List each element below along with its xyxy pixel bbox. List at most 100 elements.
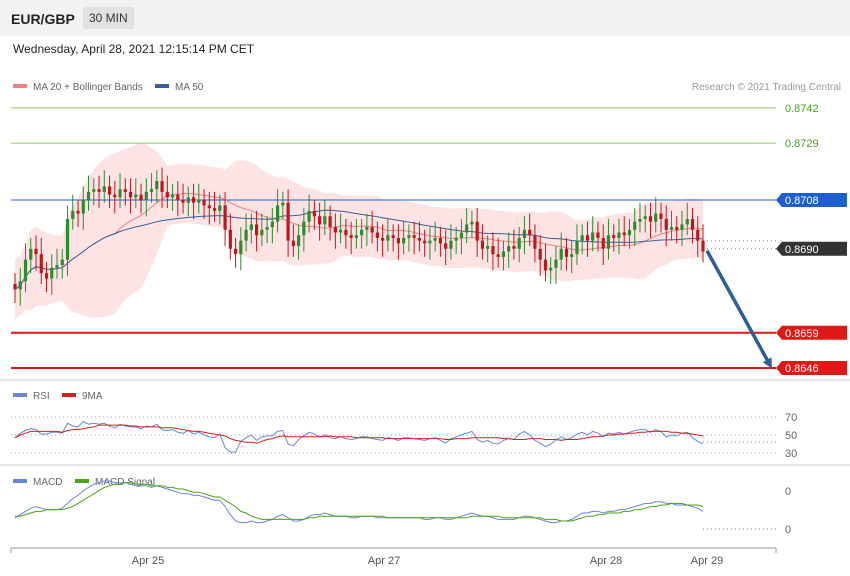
candle-body [370,227,374,233]
candle-body [197,200,201,203]
candle-body [81,200,85,214]
candle-body [543,259,548,271]
rsi-tick-label: 30 [785,448,797,460]
ma50-legend-label: MA 50 [175,82,204,93]
x-tick-label: Apr 25 [132,555,164,567]
candle-body [281,202,285,206]
candle-body [617,232,621,238]
candle-body [454,237,458,241]
candle-body [585,235,590,241]
candle-body [44,273,49,279]
candle-body [239,240,243,255]
candle-body [265,227,269,230]
candle-body [606,235,611,249]
current-price-label: 0.8690 [785,244,819,256]
candle-body [507,246,511,252]
candle-body [433,237,437,241]
forecast-arrow [705,249,772,369]
candle-body [701,240,705,252]
candle-body [675,227,679,230]
ma20-legend-swatch [13,84,27,88]
macd-legend-swatch [13,479,27,483]
candle-body [365,227,369,230]
candle-body [134,194,138,198]
candle-body [386,235,390,241]
candle-body [633,221,637,230]
candle-body [118,189,122,198]
macd-panel: 00 [14,480,791,536]
candle-body [160,181,164,192]
candle-body [354,235,358,238]
candle-body [291,240,295,247]
candle-body [559,248,563,260]
rsi-ma-legend-swatch [62,393,76,397]
candle-body [218,205,222,211]
candle-body [286,202,290,241]
candle-body [65,218,70,260]
candle-body [648,216,653,222]
support-label: 0.8659 [785,328,819,340]
candle-body [107,186,112,195]
price-panel: 0.8742 0.8729 0.8708 0.8690 0.8659 0.8646 [11,103,847,375]
candle-body [39,254,43,274]
candle-body [18,281,22,290]
candle-body [249,224,253,230]
candle-body [254,224,259,236]
candle-body [512,246,516,249]
ma50-legend-swatch [155,84,169,88]
candle-body [622,232,626,236]
macd-signal-legend-swatch [75,479,89,483]
candle-body [643,216,647,219]
candle-body [591,232,595,241]
candle-body [323,216,327,225]
candle-body [50,267,54,279]
candle-body [612,235,616,238]
candle-body [212,208,217,211]
candle-body [244,229,248,241]
candle-body [444,243,448,249]
candle-body [564,248,569,257]
rsi-tick-label: 70 [785,412,797,424]
support-label: 0.8646 [785,363,819,375]
candle-body [149,189,154,192]
candle-body [181,200,185,203]
candle-body [438,237,443,244]
macd-signal-line [15,482,704,522]
candle-body [575,240,579,255]
pivot-label: 0.8708 [785,195,819,207]
candle-body [297,235,301,247]
candle-body [407,235,411,238]
x-tick-label: Apr 29 [691,555,723,567]
candle-body [128,191,133,198]
candle-body [328,216,332,228]
candle-body [491,246,495,255]
candle-body [601,237,605,249]
candle-body [690,218,695,230]
macd-tick-label: 0 [785,486,791,498]
candle-body [233,248,238,255]
candle-body [307,210,311,222]
candle-body [186,197,190,203]
candle-body [223,205,227,230]
candle-body [344,229,348,236]
candle-body [139,194,143,200]
candle-body [638,218,642,222]
candle-body [696,229,700,241]
candle-body [496,254,500,257]
candle-body [391,235,395,238]
candle-body [339,229,343,233]
candle-body [228,229,232,249]
candle-body [207,205,211,209]
candle-body [381,237,385,241]
candle-body [375,232,379,238]
candle-body [123,189,127,192]
candle-body [517,237,521,249]
candle-body [333,227,337,233]
x-tick-label: Apr 28 [590,555,622,567]
candle-body [669,227,674,230]
candle-body [318,216,322,225]
candle-body [76,210,80,214]
candle-body [554,259,558,268]
candle-body [449,240,453,249]
candle-body [176,194,180,200]
